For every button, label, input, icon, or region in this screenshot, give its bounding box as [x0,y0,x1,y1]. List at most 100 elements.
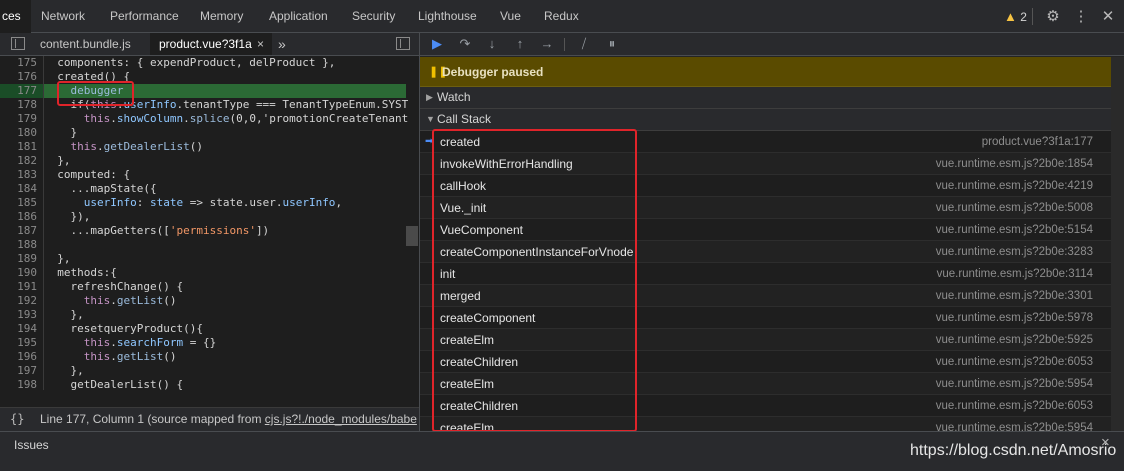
code-line[interactable]: this.getList() [44,350,177,364]
code-line[interactable]: resetqueryProduct(){ [44,322,202,336]
code-line[interactable]: getDealerList() { [44,378,183,390]
code-line[interactable]: userInfo: state => state.user.userInfo, [44,196,342,210]
call-stack-frame[interactable]: createElm vue.runtime.esm.js?2b0e:5954 [420,417,1111,431]
line-number[interactable]: 177 [0,84,37,98]
code-line[interactable]: }, [44,154,70,168]
line-number[interactable]: 194 [0,322,37,336]
pretty-print-icon[interactable]: {} [10,408,24,430]
line-number[interactable]: 187 [0,224,37,238]
code-line[interactable]: if(this.userInfo.tenantType === TenantTy… [44,98,408,112]
code-line[interactable]: this.getDealerList() [44,140,203,154]
call-stack-frame[interactable]: callHook vue.runtime.esm.js?2b0e:4219 [420,175,1111,197]
resume-icon[interactable]: ▶ [428,33,446,55]
line-number[interactable]: 182 [0,154,37,168]
warnings-counter[interactable]: ▲ 2 [1004,0,1027,33]
code-line[interactable]: }), [44,210,90,224]
line-number[interactable]: 185 [0,196,37,210]
line-number[interactable]: 179 [0,112,37,126]
code-line[interactable]: this.showColumn.splice(0,0,'promotionCre… [44,112,409,126]
line-number[interactable]: 175 [0,56,37,70]
code-line[interactable]: components: { expendProduct, delProduct … [44,56,335,70]
tab-memory[interactable]: Memory [200,0,243,33]
deactivate-breakpoints-icon[interactable]: ⧸ [575,33,593,55]
frame-location-link[interactable]: vue.runtime.esm.js?2b0e:4219 [936,175,1093,197]
code-line[interactable]: debugger [44,84,124,98]
frame-location-link[interactable]: vue.runtime.esm.js?2b0e:5154 [936,219,1093,241]
line-number[interactable]: 178 [0,98,37,112]
code-line[interactable]: created() { [44,70,130,84]
line-number[interactable]: 196 [0,350,37,364]
line-number[interactable]: 188 [0,238,37,252]
frame-location-link[interactable]: vue.runtime.esm.js?2b0e:6053 [936,395,1093,417]
call-stack-frame[interactable]: createComponent vue.runtime.esm.js?2b0e:5… [420,307,1111,329]
gear-icon[interactable]: ⚙ [1044,0,1062,33]
tab-network[interactable]: Network [41,0,85,33]
line-number[interactable]: 193 [0,308,37,322]
code-line[interactable]: } [44,126,77,140]
line-number[interactable]: 191 [0,280,37,294]
step-over-icon[interactable]: ↷ [456,33,474,55]
code-line[interactable]: ...mapGetters(['permissions']) [44,224,269,238]
close-icon[interactable]: ✕ [1099,0,1117,33]
line-number[interactable]: 183 [0,168,37,182]
line-number[interactable]: 198 [0,378,37,390]
step-out-icon[interactable]: ↑ [511,33,529,55]
more-tabs-icon[interactable]: » [278,33,286,55]
call-stack-frame[interactable]: merged vue.runtime.esm.js?2b0e:3301 [420,285,1111,307]
call-stack-frame[interactable]: createChildren vue.runtime.esm.js?2b0e:60… [420,351,1111,373]
vertical-ellipsis-icon[interactable]: ⋮ [1072,0,1090,33]
frame-location-link[interactable]: vue.runtime.esm.js?2b0e:5954 [936,373,1093,395]
frame-location-link[interactable]: vue.runtime.esm.js?2b0e:5008 [936,197,1093,219]
line-number[interactable]: 189 [0,252,37,266]
code-line[interactable]: }, [44,252,70,266]
source-map-link[interactable]: cjs.js?!./node_modules/babe [265,412,417,426]
call-stack-frame[interactable]: createChildren vue.runtime.esm.js?2b0e:60… [420,395,1111,417]
code-line[interactable]: methods:{ [44,266,117,280]
code-line[interactable]: }, [44,308,83,322]
code-line[interactable]: this.searchForm = {} [44,336,216,350]
pause-on-exceptions-icon[interactable]: ⏸ [603,33,621,55]
line-number-gutter[interactable]: 175 176 177 178 179 180 181 182 183 184 185 186 187 1… [0,56,44,390]
code-line[interactable]: this.getList() [44,294,177,308]
toggle-debugger-icon[interactable] [396,37,410,50]
tab-sources[interactable]: ces [0,0,31,33]
line-number[interactable]: 190 [0,266,37,280]
editor-tab-product-vue[interactable]: product.vue?3f1a × [150,33,272,55]
call-stack-frame[interactable]: createComponentInstanceForVnode vue.runti… [420,241,1111,263]
line-number[interactable]: 195 [0,336,37,350]
call-stack-frame[interactable]: init vue.runtime.esm.js?2b0e:3114 [420,263,1111,285]
call-stack-section-header[interactable]: ▼ Call Stack [420,109,1111,131]
call-stack-frame[interactable]: invokeWithErrorHandling vue.runtime.esm.j… [420,153,1111,175]
sidebar-scrollbar[interactable] [1111,57,1124,431]
code-editor[interactable]: 175 176 177 178 179 180 181 182 183 184 185 186 187 1… [0,56,420,390]
line-number[interactable]: 184 [0,182,37,196]
frame-location-link[interactable]: vue.runtime.esm.js?2b0e:3301 [936,285,1093,307]
watch-section-header[interactable]: ▶ Watch [420,87,1111,109]
editor-tab-content-bundle[interactable]: content.bundle.js [40,33,131,55]
tab-security[interactable]: Security [352,0,395,33]
code-line[interactable]: }, [44,364,83,378]
line-number[interactable]: 180 [0,126,37,140]
issues-tab[interactable]: Issues [14,438,49,452]
tab-redux[interactable]: Redux [544,0,579,33]
code-line[interactable]: ...mapState({ [44,182,156,196]
editor-scrollbar-thumb[interactable] [406,226,418,246]
tab-close-icon[interactable]: × [257,33,264,55]
step-icon[interactable]: → [538,33,556,55]
toggle-navigator-icon[interactable] [11,37,25,50]
call-stack-frame[interactable]: ➡ created product.vue?3f1a:177 [420,131,1111,153]
frame-location-link[interactable]: vue.runtime.esm.js?2b0e:1854 [936,153,1093,175]
line-number[interactable]: 192 [0,294,37,308]
tab-performance[interactable]: Performance [110,0,179,33]
call-stack-frame[interactable]: VueComponent vue.runtime.esm.js?2b0e:5154 [420,219,1111,241]
frame-location-link[interactable]: vue.runtime.esm.js?2b0e:3283 [936,241,1093,263]
code-line[interactable]: refreshChange() { [44,280,183,294]
frame-location-link[interactable]: vue.runtime.esm.js?2b0e:5954 [936,417,1093,431]
frame-location-link[interactable]: product.vue?3f1a:177 [982,131,1093,153]
line-number[interactable]: 176 [0,70,37,84]
code-line[interactable]: computed: { [44,168,130,182]
line-number[interactable]: 181 [0,140,37,154]
call-stack-frame[interactable]: createElm vue.runtime.esm.js?2b0e:5925 [420,329,1111,351]
step-into-icon[interactable]: ↓ [483,33,501,55]
line-number[interactable]: 197 [0,364,37,378]
